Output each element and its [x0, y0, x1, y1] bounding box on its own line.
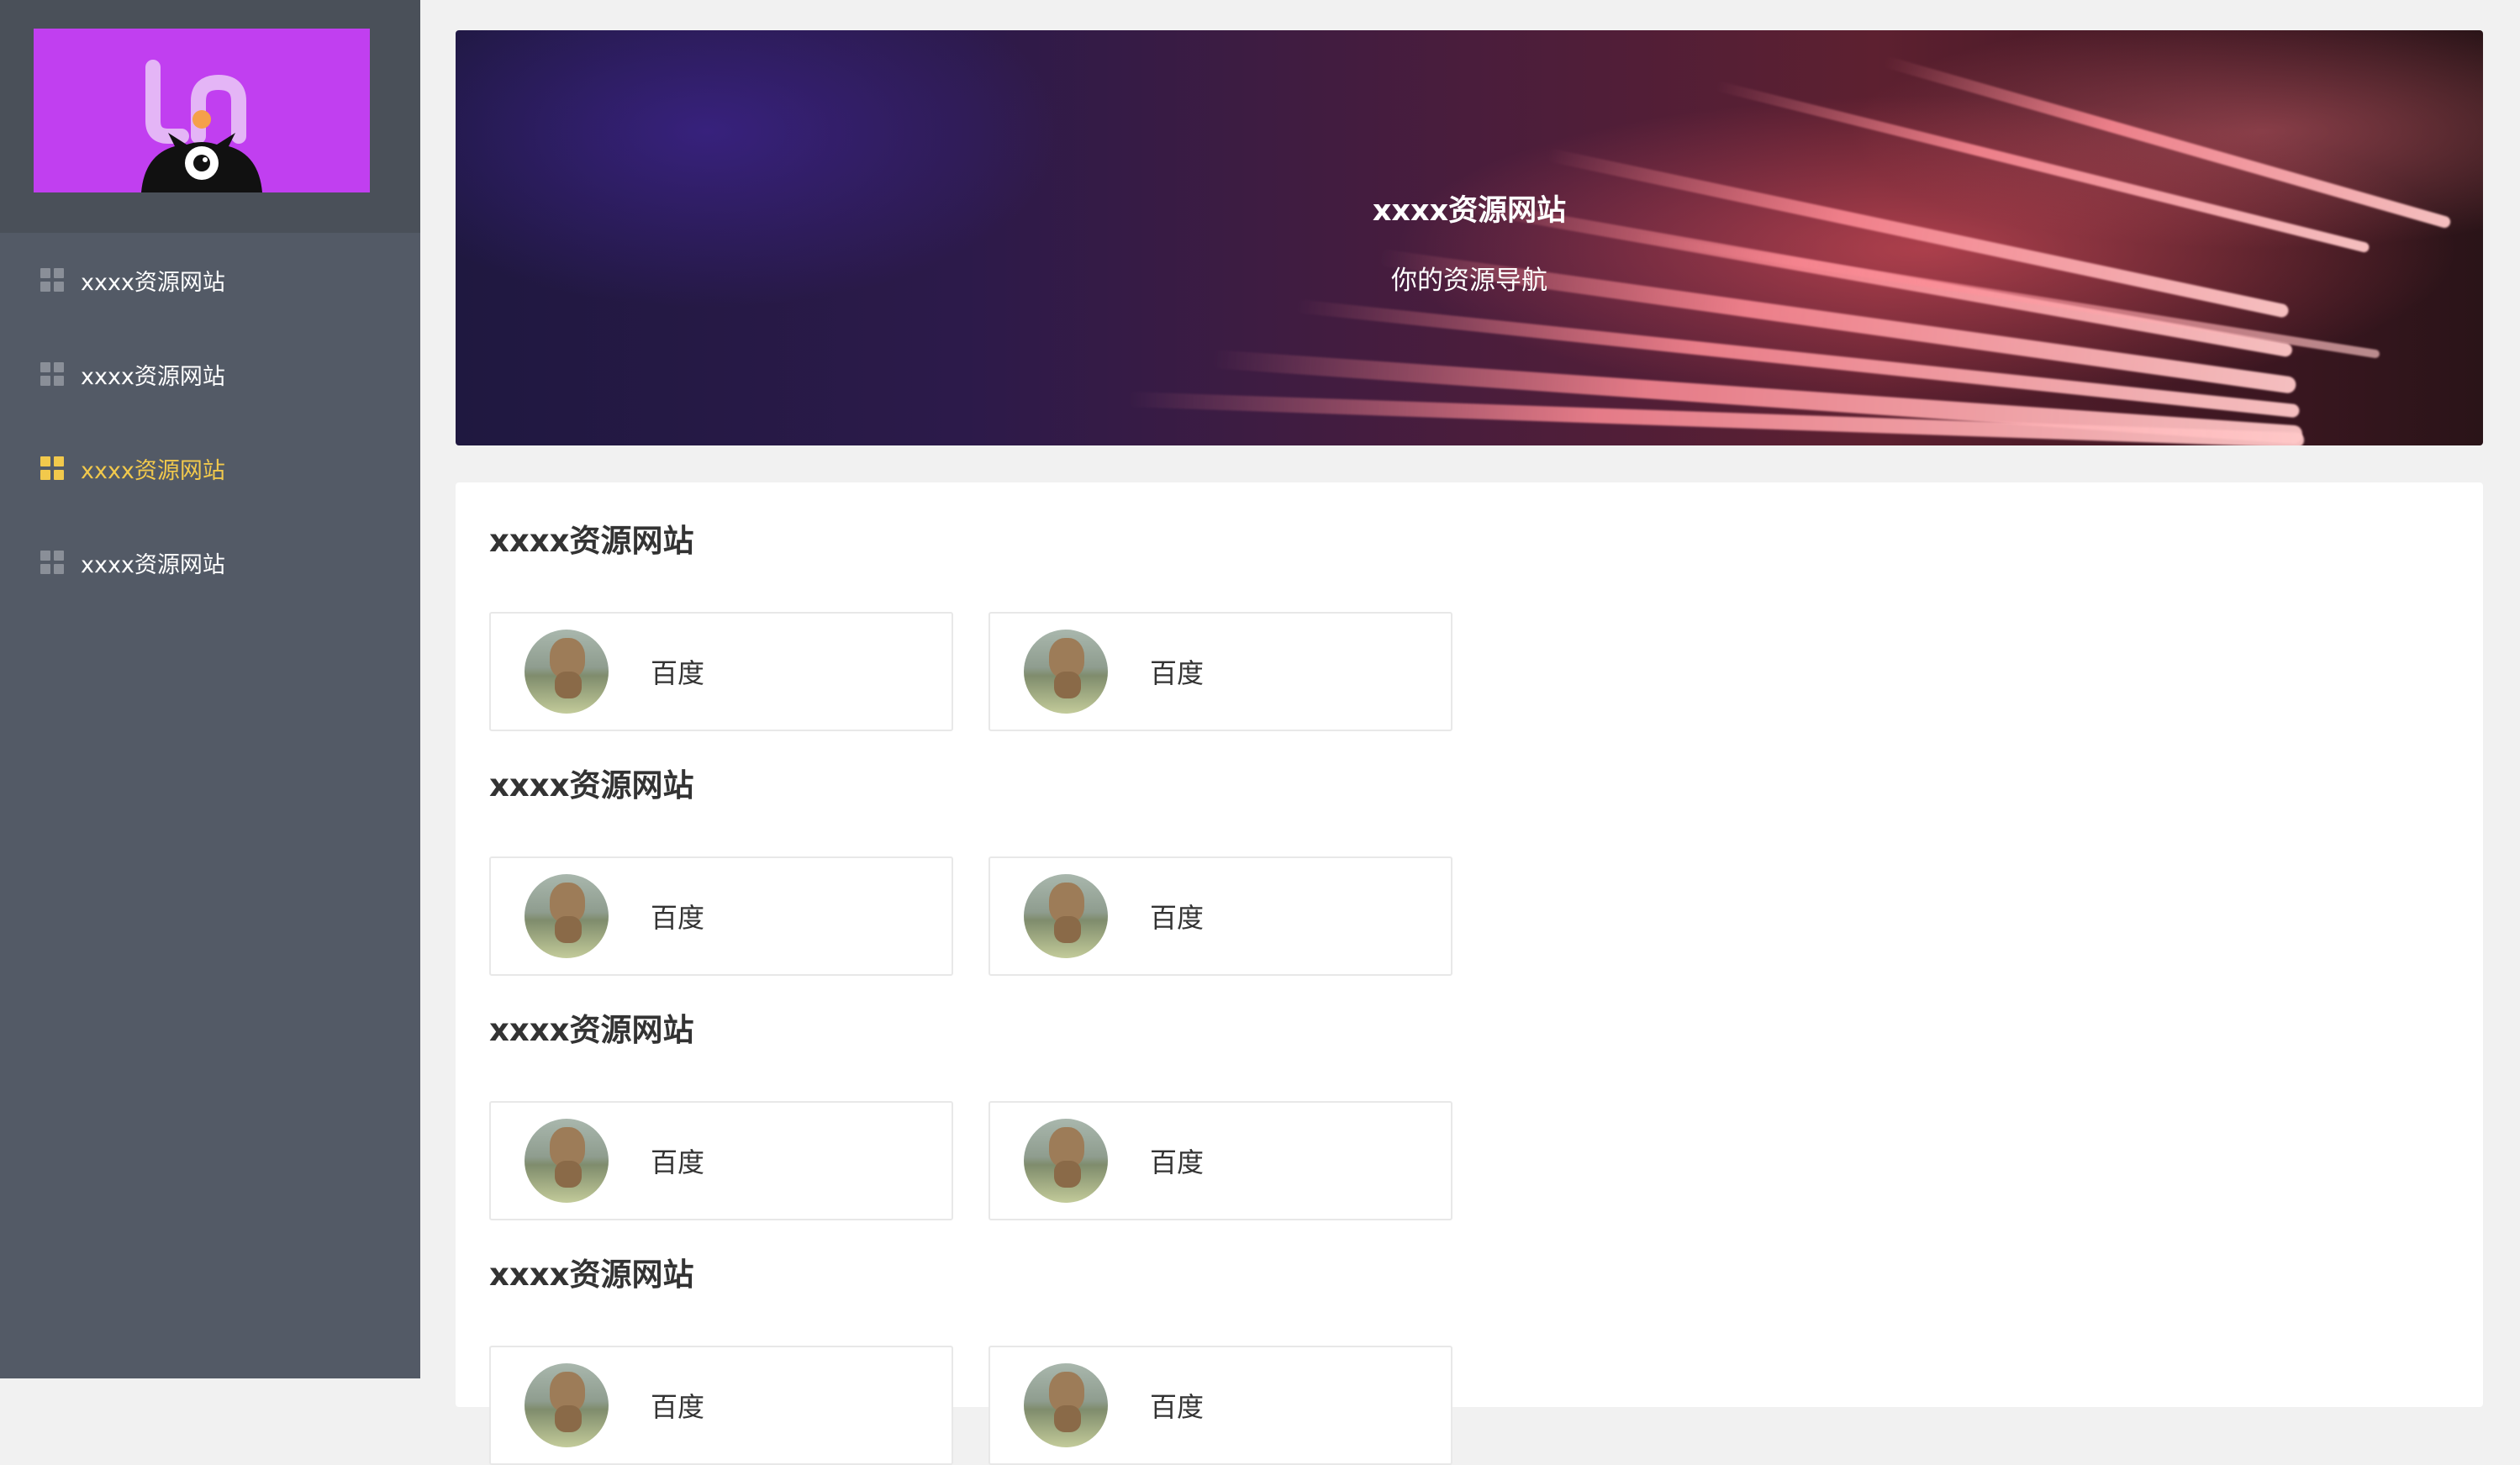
link-card[interactable]: 百度 — [489, 1346, 953, 1465]
sidebar-header — [0, 0, 420, 233]
sidebar-nav: xxxx资源网站 xxxx资源网站 xxxx资源网站 xxxx资源网站 — [0, 233, 420, 609]
grid-icon — [40, 362, 64, 386]
link-card[interactable]: 百度 — [988, 612, 1452, 731]
logo[interactable] — [34, 29, 370, 192]
ln-monster-logo-icon — [141, 60, 262, 192]
section-title: xxxx资源网站 — [489, 523, 694, 559]
section-3: xxxx资源网站 百度 百度 — [489, 1005, 2422, 1220]
grid-icon — [40, 551, 64, 574]
link-card[interactable]: 百度 — [988, 856, 1452, 976]
grid-icon — [40, 268, 64, 292]
grid-icon — [40, 456, 64, 480]
sidebar-item-3-active[interactable]: xxxx资源网站 — [0, 421, 420, 515]
link-label: 百度 — [651, 1146, 705, 1178]
section-title: xxxx资源网站 — [489, 767, 694, 804]
link-card[interactable]: 百度 — [988, 1101, 1452, 1220]
dog-avatar-icon — [525, 1119, 609, 1203]
section-2: xxxx资源网站 百度 百度 — [489, 761, 2422, 976]
link-card[interactable]: 百度 — [988, 1346, 1452, 1465]
link-label: 百度 — [651, 902, 705, 934]
dog-avatar-icon — [1024, 874, 1108, 958]
sidebar-item-label: xxxx资源网站 — [81, 551, 225, 578]
link-card[interactable]: 百度 — [489, 856, 953, 976]
dog-avatar-icon — [1024, 630, 1108, 714]
dog-avatar-icon — [525, 874, 609, 958]
section-title: xxxx资源网站 — [489, 1257, 694, 1293]
link-label: 百度 — [1150, 657, 1205, 689]
link-label: 百度 — [1150, 902, 1205, 934]
section-4: xxxx资源网站 百度 百度 — [489, 1250, 2422, 1465]
link-label: 百度 — [651, 1391, 705, 1423]
dog-avatar-icon — [525, 1363, 609, 1447]
link-label: 百度 — [1150, 1391, 1205, 1423]
sidebar-item-label: xxxx资源网站 — [81, 363, 225, 390]
banner-title: xxxx资源网站 — [1372, 194, 1567, 228]
link-card[interactable]: 百度 — [489, 1101, 953, 1220]
dog-avatar-icon — [1024, 1363, 1108, 1447]
dog-avatar-icon — [1024, 1119, 1108, 1203]
link-card[interactable]: 百度 — [489, 612, 953, 731]
dog-avatar-icon — [525, 630, 609, 714]
sidebar-item-2[interactable]: xxxx资源网站 — [0, 327, 420, 421]
content-panel: xxxx资源网站 百度 百度 xxxx资源网站 百度 百度 xxxx资源网站 百… — [456, 482, 2483, 1465]
section-1: xxxx资源网站 百度 百度 — [489, 516, 2422, 731]
sidebar-item-4[interactable]: xxxx资源网站 — [0, 515, 420, 609]
section-title: xxxx资源网站 — [489, 1012, 694, 1048]
sidebar-item-label: xxxx资源网站 — [81, 457, 225, 484]
banner-subtitle: 你的资源导航 — [1391, 266, 1547, 296]
sidebar-item-label: xxxx资源网站 — [81, 269, 225, 296]
hero-banner: xxxx资源网站 你的资源导航 — [456, 30, 2483, 445]
link-label: 百度 — [651, 657, 705, 689]
sidebar-item-1[interactable]: xxxx资源网站 — [0, 233, 420, 327]
sidebar: xxxx资源网站 xxxx资源网站 xxxx资源网站 xxxx资源网站 — [0, 0, 420, 1378]
link-label: 百度 — [1150, 1146, 1205, 1178]
